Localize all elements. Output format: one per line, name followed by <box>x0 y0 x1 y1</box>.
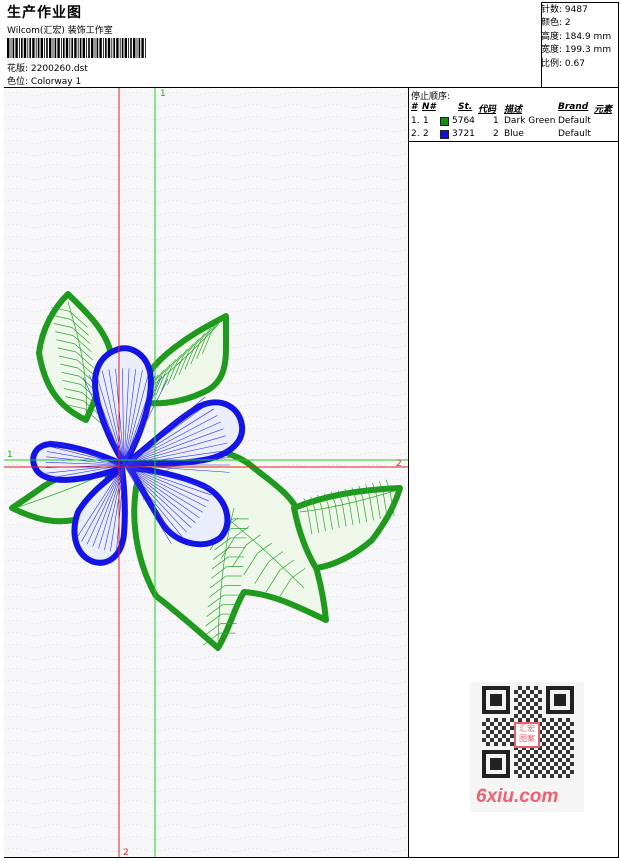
stop-sequence-panel: 停止顺序: # N# St. 代码 描述 Brand 元素 1. 1 5764 … <box>409 88 619 140</box>
stats-divider <box>541 2 542 88</box>
table-row: 1. 1 5764 1 Dark Green Default <box>411 116 591 126</box>
barcode <box>7 38 146 58</box>
color-swatch <box>440 130 449 139</box>
sheet-header: 生产作业图 Wilcom(汇宏) 装饰工作室 花版: 2200260.dst 色… <box>4 1 542 87</box>
stat-scale: 比例: 0.67 <box>541 58 585 69</box>
watermark-logo: 6xiu.com <box>476 786 559 807</box>
table-row: 2. 2 3721 2 Blue Default <box>411 129 591 139</box>
studio-name: Wilcom(汇宏) 装饰工作室 <box>7 26 113 36</box>
col-code: 代码 <box>478 105 497 115</box>
col-element: 元素 <box>594 105 613 115</box>
guide-label-green-v: 1 <box>160 89 166 99</box>
col-brand: Brand <box>558 102 589 112</box>
stat-width: 宽度: 199.3 mm <box>541 45 612 56</box>
guide-label-green-h: 1 <box>7 450 13 460</box>
col-num: # <box>411 102 418 112</box>
stat-stitches: 针数: 9487 <box>541 5 588 15</box>
qr-watermark: 汇宏图案 6xiu.com <box>470 682 584 812</box>
frame-top <box>541 2 619 3</box>
frame-bottom <box>4 857 619 858</box>
color-swatch <box>440 117 449 126</box>
stop-sequence-caption: 停止顺序: <box>411 92 451 102</box>
panel-divider <box>409 141 619 142</box>
colorway-label: 色位: <box>7 77 29 87</box>
design-file-line: 花版: 2200260.dst <box>7 61 88 74</box>
colorway-value: Colorway 1 <box>30 77 82 87</box>
stats-block: 针数: 9487 颜色: 2 高度: 184.9 mm 宽度: 199.3 mm… <box>541 4 619 71</box>
guide-label-red-h: 2 <box>396 459 402 469</box>
colorway-line: 色位: Colorway 1 <box>7 74 81 87</box>
watermark-badge: 汇宏图案 <box>514 722 540 748</box>
design-canvas: 1 1 2 2 <box>4 88 408 857</box>
stat-height: 高度: 184.9 mm <box>541 31 612 42</box>
stat-colors: 颜色: 2 <box>541 18 571 29</box>
design-file-label: 花版: <box>7 64 29 74</box>
embroidery-preview: 1 1 2 2 <box>4 88 408 857</box>
col-desc: 描述 <box>504 105 523 115</box>
design-file-value: 2200260.dst <box>30 64 88 74</box>
col-st: St. <box>458 102 473 112</box>
stop-sequence-header: # N# St. 代码 描述 Brand 元素 <box>409 102 619 115</box>
col-no: N# <box>422 102 436 112</box>
production-sheet: 生产作业图 Wilcom(汇宏) 装饰工作室 花版: 2200260.dst 色… <box>0 0 620 861</box>
sheet-title: 生产作业图 <box>7 5 82 21</box>
frame-middle <box>408 87 409 858</box>
guide-label-red-v: 2 <box>123 848 129 857</box>
